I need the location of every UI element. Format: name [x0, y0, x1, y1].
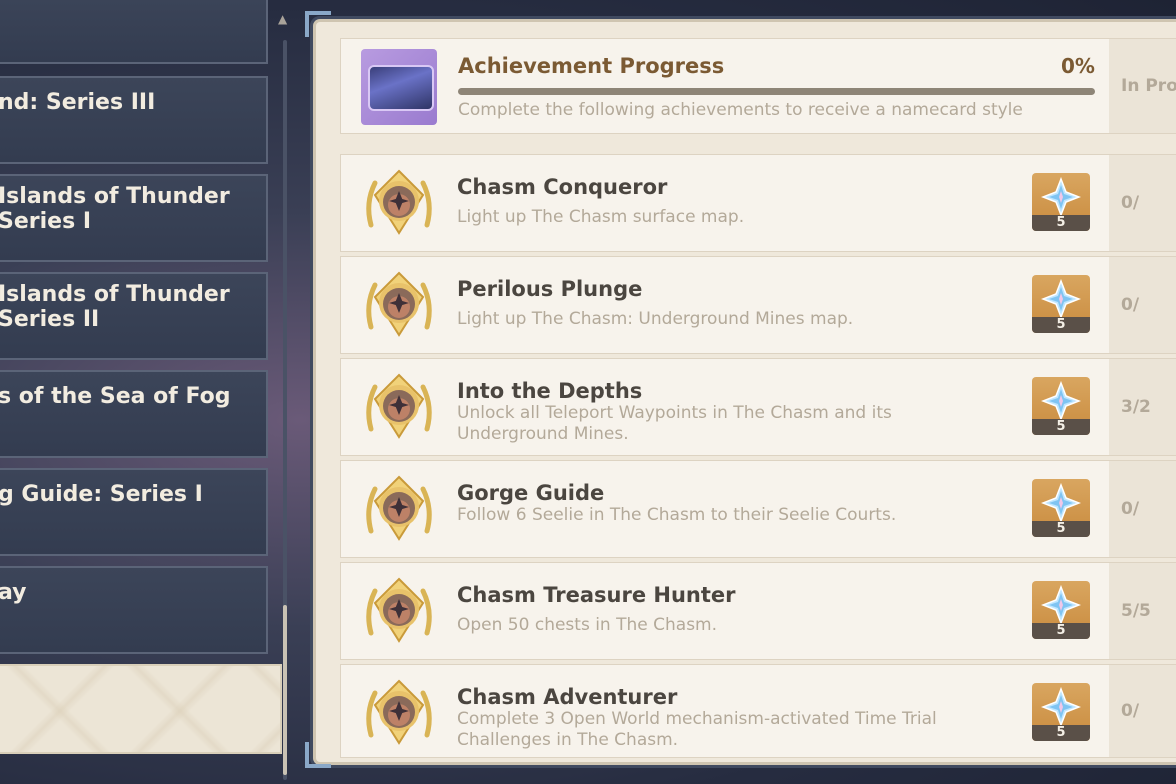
achievement-status: 0/: [1121, 193, 1140, 213]
category-item[interactable]: nd: Series III: [0, 76, 268, 164]
achievement-row[interactable]: Chasm Adventurer Complete 3 Open World m…: [340, 664, 1176, 758]
achievement-title: Chasm Treasure Hunter: [457, 583, 736, 607]
progress-status: In Pro: [1121, 76, 1176, 96]
achievement-badge-icon: [366, 475, 432, 541]
achievement-description: Light up The Chasm: Underground Mines ma…: [457, 309, 854, 329]
category-label: s of the Sea of Fog: [0, 384, 231, 409]
achievement-status: 3/2: [1121, 397, 1151, 417]
achievement-badge-icon: [366, 271, 432, 337]
reward-quantity: 5: [1032, 419, 1090, 435]
panel-corner-ornament: [305, 11, 331, 37]
achievement-description: Unlock all Teleport Waypoints in The Cha…: [457, 403, 892, 444]
category-item[interactable]: [0, 0, 268, 64]
status-column: 0/: [1109, 461, 1176, 557]
achievement-title: Chasm Adventurer: [457, 685, 678, 709]
achievement-row[interactable]: Gorge Guide Follow 6 Seelie in The Chasm…: [340, 460, 1176, 558]
reward-quantity: 5: [1032, 215, 1090, 231]
achievement-title: Perilous Plunge: [457, 277, 643, 301]
reward-quantity: 5: [1032, 521, 1090, 537]
achievement-badge-icon: [366, 679, 432, 745]
status-column: 0/: [1109, 665, 1176, 757]
achievement-row[interactable]: Into the Depths Unlock all Teleport Wayp…: [340, 358, 1176, 456]
category-list: nd: Series III Islands of Thunder Series…: [0, 0, 300, 784]
achievement-title: Into the Depths: [457, 379, 643, 403]
progress-bar: [458, 88, 1095, 95]
achievement-description: Follow 6 Seelie in The Chasm to their Se…: [457, 505, 897, 525]
achievement-description: Light up The Chasm surface map.: [457, 207, 745, 227]
progress-percent: 0%: [1061, 54, 1095, 78]
achievement-description: Open 50 chests in The Chasm.: [457, 615, 718, 635]
achievement-status: 0/: [1121, 499, 1140, 519]
status-column: In Pro: [1109, 39, 1176, 133]
achievement-progress-row: Achievement Progress 0% Complete the fol…: [340, 38, 1176, 134]
primogem-icon: [1041, 585, 1081, 625]
reward-item[interactable]: 5: [1032, 683, 1090, 741]
progress-title: Achievement Progress: [458, 54, 725, 78]
primogem-icon: [1041, 381, 1081, 421]
primogem-icon: [1041, 483, 1081, 523]
primogem-icon: [1041, 687, 1081, 727]
category-label: ay: [0, 580, 27, 605]
category-item[interactable]: Islands of Thunder Series I: [0, 174, 268, 262]
reward-item[interactable]: 5: [1032, 581, 1090, 639]
category-label: Islands of Thunder: [0, 184, 230, 209]
category-label: nd: Series III: [0, 90, 156, 115]
scroll-up-icon[interactable]: ▲: [278, 12, 287, 26]
category-label-line2: Series I: [0, 209, 92, 234]
achievement-badge-icon: [366, 373, 432, 439]
category-label: Islands of Thunder: [0, 282, 230, 307]
achievement-row[interactable]: Perilous Plunge Light up The Chasm: Unde…: [340, 256, 1176, 354]
reward-item[interactable]: 5: [1032, 479, 1090, 537]
achievement-status: 0/: [1121, 295, 1140, 315]
achievement-status: 5/5: [1121, 601, 1151, 621]
primogem-icon: [1041, 177, 1081, 217]
reward-quantity: 5: [1032, 725, 1090, 741]
achievement-row[interactable]: Chasm Conqueror Light up The Chasm surfa…: [340, 154, 1176, 252]
category-item[interactable]: ay: [0, 566, 268, 654]
reward-item[interactable]: 5: [1032, 173, 1090, 231]
status-column: 0/: [1109, 155, 1176, 251]
status-column: 3/2: [1109, 359, 1176, 455]
status-column: 0/: [1109, 257, 1176, 353]
achievement-badge-icon: [366, 169, 432, 235]
reward-quantity: 5: [1032, 623, 1090, 639]
panel-corner-ornament: [305, 742, 331, 768]
achievement-title: Chasm Conqueror: [457, 175, 668, 199]
reward-item[interactable]: 5: [1032, 275, 1090, 333]
achievement-title: Gorge Guide: [457, 481, 605, 505]
category-item[interactable]: s of the Sea of Fog: [0, 370, 268, 458]
scrollbar-thumb[interactable]: [283, 605, 287, 775]
reward-item[interactable]: 5: [1032, 377, 1090, 435]
status-column: 5/5: [1109, 563, 1176, 659]
category-label: g Guide: Series I: [0, 482, 203, 507]
category-item[interactable]: g Guide: Series I: [0, 468, 268, 556]
achievement-description: Complete 3 Open World mechanism-activate…: [457, 709, 937, 750]
category-label-line2: Series II: [0, 307, 100, 332]
achievement-badge-icon: [366, 577, 432, 643]
reward-quantity: 5: [1032, 317, 1090, 333]
achievement-status: 0/: [1121, 701, 1140, 721]
progress-description: Complete the following achievements to r…: [458, 100, 1023, 120]
achievement-row[interactable]: Chasm Treasure Hunter Open 50 chests in …: [340, 562, 1176, 660]
category-item[interactable]: Islands of Thunder Series II: [0, 272, 268, 360]
category-item-selected[interactable]: [0, 664, 282, 754]
primogem-icon: [1041, 279, 1081, 319]
namecard-icon: [361, 49, 437, 125]
